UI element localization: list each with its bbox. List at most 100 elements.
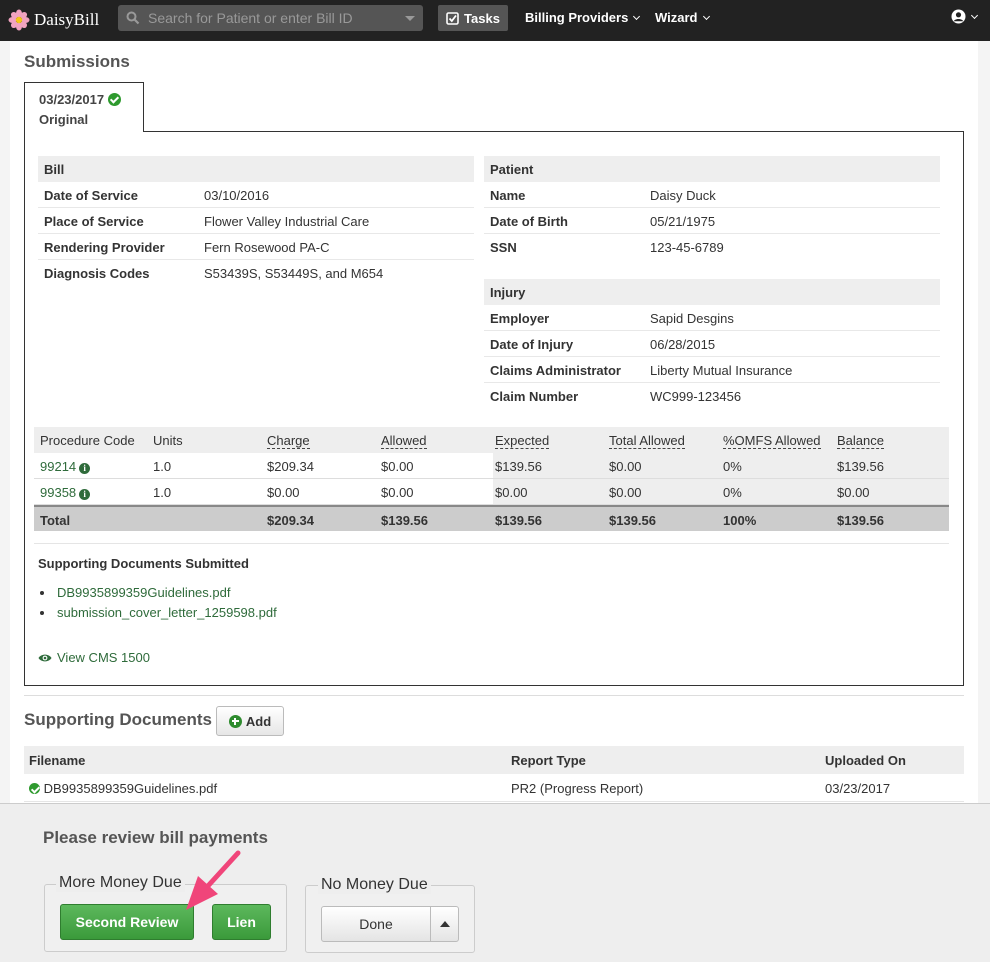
submissions-title: Submissions — [24, 52, 130, 71]
patient-heading: Patient — [484, 156, 940, 182]
filename-text: DB9935899359Guidelines.pdf — [43, 781, 218, 796]
lien-button[interactable]: Lien — [212, 904, 271, 940]
table-cell: 0% — [723, 459, 742, 474]
user-menu[interactable] — [951, 9, 979, 24]
field-label: Place of Service — [44, 214, 144, 229]
info-icon[interactable]: i — [79, 463, 91, 474]
table-cell: $0.00 — [381, 459, 414, 474]
add-document-button[interactable]: Add — [216, 706, 284, 736]
table-cell: $0.00 — [609, 485, 642, 500]
patient-row: Date of Birth 05/21/1975 — [484, 208, 940, 234]
caret-down-icon[interactable] — [405, 15, 415, 21]
highlighted-cells — [493, 479, 949, 504]
procedure-code-link[interactable]: 99214 — [40, 459, 76, 474]
brand-logo[interactable]: DaisyBill — [8, 8, 99, 32]
document-link[interactable]: DB9935899359Guidelines.pdf — [38, 585, 277, 605]
field-value: 06/28/2015 — [650, 337, 716, 352]
review-title: Please review bill payments — [43, 828, 268, 847]
table-row: 99214 i 1.0 $209.34 $0.00 $139.56 $0.00 0… — [34, 453, 949, 479]
info-icon[interactable]: i — [79, 489, 91, 500]
table-row[interactable]: DB9935899359Guidelines.pdf PR2 (Progress… — [24, 774, 964, 802]
table-row: 99358 i 1.0 $0.00 $0.00 $0.00 $0.00 0% $0… — [34, 479, 949, 505]
column-header[interactable]: Charge — [267, 433, 310, 449]
field-value: 05/21/1975 — [650, 214, 716, 229]
chevron-down-icon — [633, 12, 641, 20]
view-cms-link[interactable]: View CMS 1500 — [38, 650, 150, 665]
document-link[interactable]: submission_cover_letter_1259598.pdf — [38, 605, 277, 625]
check-circle-icon — [107, 93, 121, 106]
supporting-docs-submitted-title: Supporting Documents Submitted — [38, 556, 249, 571]
table-total-row: Total $209.34 $139.56 $139.56 $139.56 10… — [34, 505, 949, 531]
column-header[interactable]: Total Allowed — [609, 433, 685, 449]
total-cell: $139.56 — [609, 513, 656, 528]
divider — [24, 695, 964, 696]
done-button[interactable]: Done — [321, 906, 431, 942]
column-header[interactable]: Allowed — [381, 433, 427, 449]
column-header: Report Type — [511, 753, 586, 768]
supporting-documents-title: Supporting Documents — [24, 710, 212, 729]
table-cell: 1.0 — [153, 459, 172, 474]
bill-row: Diagnosis Codes S53439S, S53449S, and M65… — [38, 260, 474, 286]
tab-original-submission[interactable]: 03/23/2017 Original — [24, 82, 144, 132]
table-cell: $209.34 — [267, 459, 314, 474]
bill-heading: Bill — [38, 156, 474, 182]
table-cell: $0.00 — [267, 485, 300, 500]
field-value: Fern Rosewood PA-C — [204, 240, 330, 255]
brand-name: DaisyBill — [34, 10, 100, 29]
tab-date: 03/23/2017 — [39, 92, 105, 107]
field-label: Date of Service — [44, 188, 138, 203]
tasks-label: Tasks — [464, 10, 500, 26]
total-cell: 100% — [723, 513, 757, 528]
table-header-row: Filename Report Type Uploaded On — [24, 746, 964, 774]
billing-providers-menu[interactable]: Billing Providers — [525, 10, 641, 25]
injury-row: Date of Injury 06/28/2015 — [484, 331, 940, 357]
daisy-flower-icon — [8, 9, 30, 31]
uploaded-on-cell: 03/23/2017 — [825, 781, 891, 796]
column-header: Filename — [29, 753, 86, 768]
divider — [34, 543, 949, 544]
field-label: Claims Administrator — [490, 363, 621, 378]
procedure-code-cell[interactable]: 99358 i — [40, 485, 91, 500]
column-header: Procedure Code — [40, 433, 135, 448]
wizard-menu[interactable]: Wizard — [655, 10, 710, 25]
injury-info: Injury Employer Sapid Desgins Date of Inj… — [484, 279, 940, 409]
column-header[interactable]: Expected — [495, 433, 550, 449]
bill-row: Date of Service 03/10/2016 — [38, 182, 474, 208]
table-cell: $139.56 — [837, 459, 884, 474]
eye-icon — [38, 654, 52, 661]
column-header[interactable]: %OMFS Allowed — [723, 433, 821, 449]
bill-row: Place of Service Flower Valley Industrial… — [38, 208, 474, 234]
more-money-due-legend: More Money Due — [56, 874, 185, 892]
procedure-code-link[interactable]: 99358 — [40, 485, 76, 500]
bill-info: Bill Date of Service 03/10/2016 Place of … — [38, 156, 474, 286]
injury-row: Claim Number WC999-123456 — [484, 383, 940, 409]
chevron-down-icon — [970, 11, 979, 19]
search-input[interactable]: Search for Patient or enter Bill ID — [118, 5, 423, 31]
table-cell: $0.00 — [381, 485, 414, 500]
checkbox-icon — [446, 11, 459, 25]
second-review-button[interactable]: Second Review — [60, 904, 194, 940]
view-cms-label: View CMS 1500 — [57, 650, 150, 665]
tasks-button[interactable]: Tasks — [438, 5, 508, 31]
field-value: Sapid Desgins — [650, 311, 734, 326]
injury-heading: Injury — [484, 279, 940, 305]
total-label: Total — [40, 513, 71, 528]
procedure-code-cell[interactable]: 99214 i — [40, 459, 91, 474]
search-icon — [126, 11, 140, 25]
total-cell: $209.34 — [267, 513, 314, 528]
table-cell: $0.00 — [495, 485, 528, 500]
injury-row: Employer Sapid Desgins — [484, 305, 940, 331]
add-label: Add — [245, 713, 272, 729]
column-header[interactable]: Balance — [837, 433, 884, 449]
field-value: Daisy Duck — [650, 188, 716, 203]
column-header: Units — [153, 433, 183, 448]
done-options-toggle[interactable] — [430, 906, 459, 942]
total-cell: $139.56 — [495, 513, 542, 528]
total-cell: $139.56 — [837, 513, 884, 528]
field-value: Flower Valley Industrial Care — [204, 214, 370, 229]
field-label: Claim Number — [490, 389, 579, 404]
table-cell: 0% — [723, 485, 742, 500]
column-header: Uploaded On — [825, 753, 906, 768]
no-money-due-legend: No Money Due — [318, 876, 431, 894]
submitted-documents-list: DB9935899359Guidelines.pdf submission_co… — [38, 585, 277, 625]
